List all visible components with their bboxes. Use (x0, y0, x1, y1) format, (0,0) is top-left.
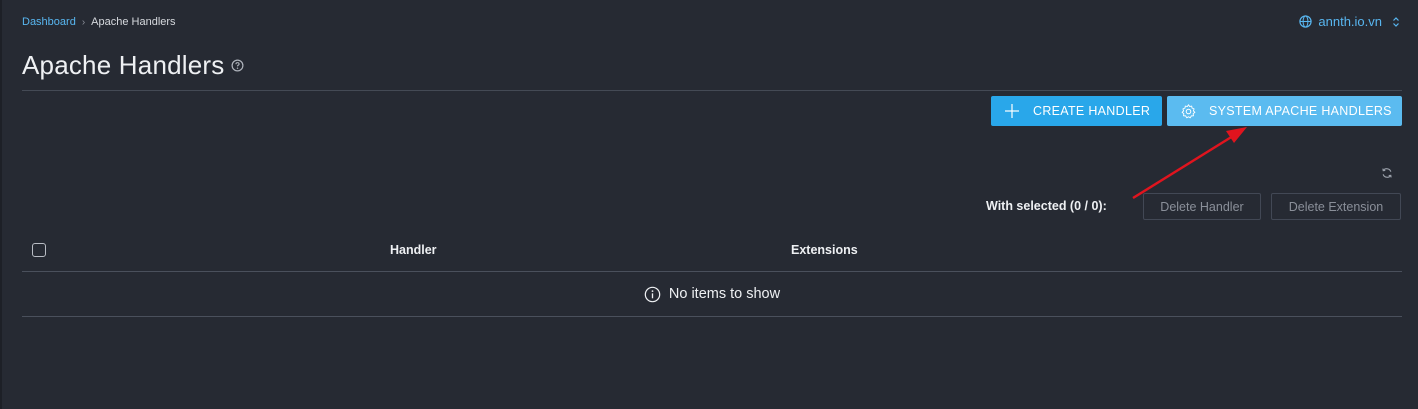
breadcrumb-dashboard-link[interactable]: Dashboard (22, 16, 76, 28)
breadcrumb-separator: › (81, 16, 86, 28)
refresh-icon[interactable] (1381, 166, 1393, 184)
empty-state-row: No items to show (22, 272, 1402, 317)
system-apache-handlers-label: SYSTEM APACHE HANDLERS (1209, 104, 1392, 118)
with-selected-label: With selected (0 / 0): (986, 199, 1107, 213)
domain-selector[interactable]: annth.io.vn (1299, 14, 1400, 29)
empty-state-message: No items to show (668, 286, 781, 302)
page-title: Apache Handlers (22, 50, 225, 80)
create-handler-button[interactable]: CREATE HANDLER (991, 96, 1162, 126)
left-edge (0, 0, 2, 409)
help-circle-icon[interactable] (231, 59, 244, 77)
table-header: Handler Extensions (22, 232, 1402, 272)
breadcrumb-current: Apache Handlers (91, 16, 176, 28)
system-apache-handlers-button[interactable]: SYSTEM APACHE HANDLERS (1167, 96, 1402, 126)
column-header-extensions[interactable]: Extensions (791, 243, 858, 257)
plus-icon (1003, 102, 1021, 120)
title-divider (22, 90, 1402, 91)
page-header: Apache Handlers (22, 50, 244, 81)
domain-label: annth.io.vn (1318, 14, 1382, 29)
column-header-handler[interactable]: Handler (390, 243, 437, 257)
delete-extension-button[interactable]: Delete Extension (1271, 193, 1401, 220)
select-all-checkbox[interactable] (32, 243, 46, 257)
delete-handler-button[interactable]: Delete Handler (1143, 193, 1261, 220)
gear-icon (1179, 102, 1197, 120)
create-handler-label: CREATE HANDLER (1033, 104, 1151, 118)
info-icon (644, 286, 661, 303)
chevron-updown-icon (1392, 16, 1400, 28)
breadcrumb: Dashboard › Apache Handlers (22, 16, 176, 28)
globe-icon (1299, 15, 1313, 28)
